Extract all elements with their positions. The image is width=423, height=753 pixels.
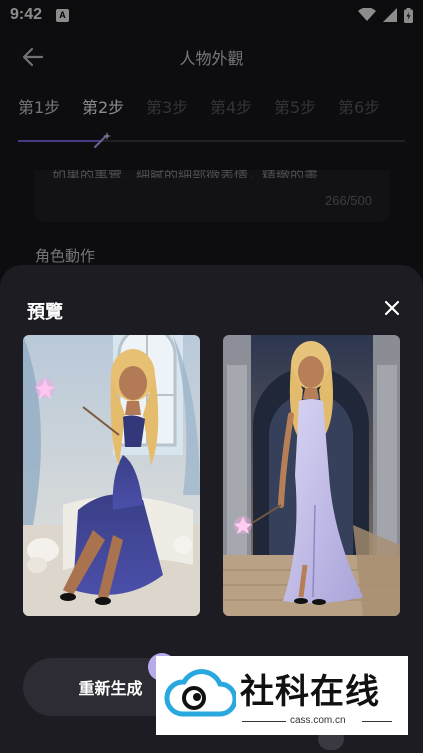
close-button[interactable] <box>379 295 405 321</box>
preview-image-2[interactable] <box>223 335 400 616</box>
preview-illustration-1 <box>23 335 200 616</box>
cloud-logo-icon <box>164 669 236 717</box>
watermark: 社科在线 cass.com.cn <box>156 656 408 735</box>
sheet-title: 預覽 <box>27 302 63 323</box>
watermark-url: cass.com.cn <box>290 715 346 726</box>
watermark-brand: 社科在线 <box>240 672 380 712</box>
preview-image-1[interactable] <box>23 335 200 616</box>
app-screen: 9:42 A 人物外觀 第1步 第2步 第3步 第4步 第5步 第6步 如果的事… <box>0 0 423 753</box>
watermark-rule-left <box>242 721 286 722</box>
preview-illustration-2 <box>223 335 400 616</box>
watermark-rule-right <box>362 721 392 722</box>
close-icon <box>384 300 400 316</box>
